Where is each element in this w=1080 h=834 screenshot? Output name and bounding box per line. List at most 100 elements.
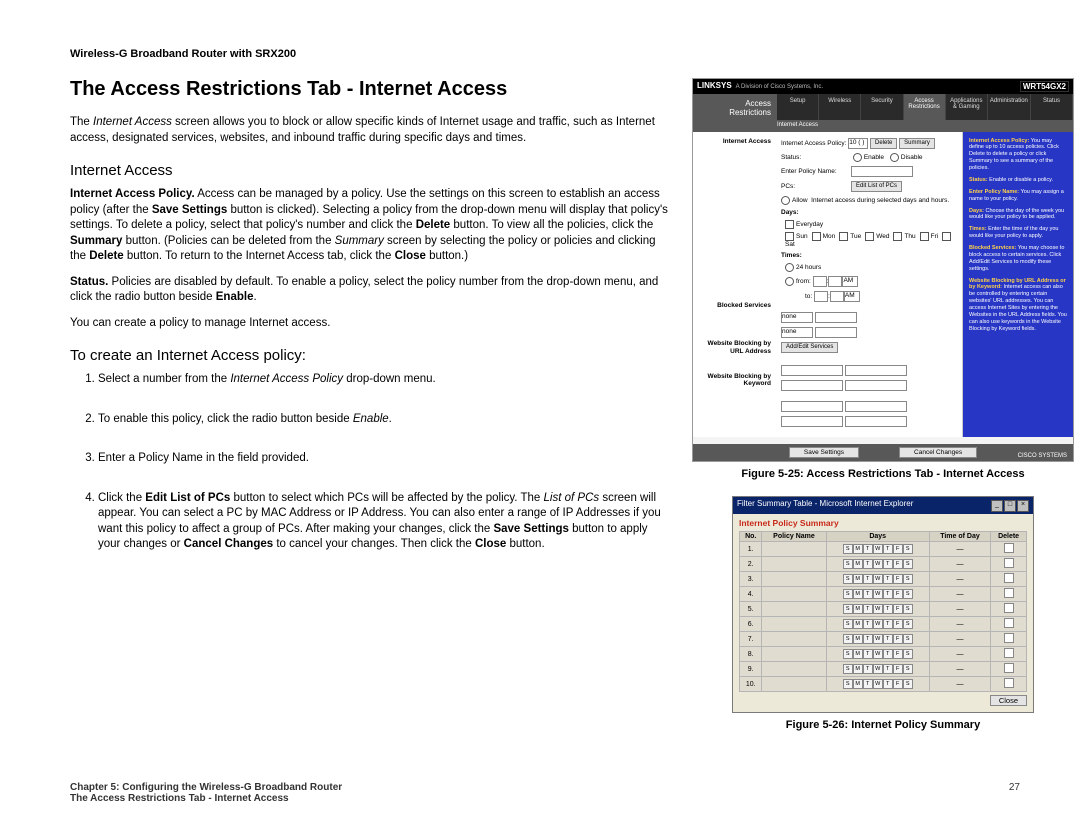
day-fri-checkbox[interactable] (920, 232, 929, 241)
step-1: Select a number from the Internet Access… (98, 372, 670, 388)
delete-checkbox[interactable] (1004, 678, 1014, 688)
step-2: To enable this policy, click the radio b… (98, 412, 670, 428)
day-everyday-checkbox[interactable] (785, 220, 794, 229)
figures-column: LINKSYS A Division of Cisco Systems, Inc.… (692, 78, 1074, 747)
allow-radio[interactable] (781, 196, 790, 205)
keyword-block-1[interactable] (781, 401, 843, 412)
summary-row: 6.SMTWTFS— (740, 617, 1027, 632)
tab-administration[interactable]: Administration (988, 94, 1031, 120)
figure-5-25: LINKSYS A Division of Cisco Systems, Inc.… (692, 78, 1074, 462)
cisco-logo-text: CISCO SYSTEMS (1018, 453, 1067, 459)
footer-page-number: 27 (1009, 782, 1020, 793)
summary-row: 3.SMTWTFS— (740, 572, 1027, 587)
delete-checkbox[interactable] (1004, 663, 1014, 673)
summary-row: 4.SMTWTFS— (740, 587, 1027, 602)
step-4: Click the Edit List of PCs button to sel… (98, 491, 670, 553)
day-wed-checkbox[interactable] (865, 232, 874, 241)
tab-status[interactable]: Status (1031, 94, 1073, 120)
blocked-service-1[interactable]: none (781, 312, 813, 323)
status-disable-radio[interactable] (890, 153, 899, 162)
keyword-block-3[interactable] (781, 416, 843, 427)
help-sidebar: Internet Access Policy: You may define u… (963, 132, 1073, 437)
summary-row: 10.SMTWTFS— (740, 677, 1027, 692)
summary-row: 2.SMTWTFS— (740, 557, 1027, 572)
figure-5-26-caption: Figure 5-26: Internet Policy Summary (692, 719, 1074, 731)
tab-wireless[interactable]: Wireless (819, 94, 861, 120)
doc-header: Wireless-G Broadband Router with SRX200 (70, 48, 1020, 60)
page-title: The Access Restrictions Tab - Internet A… (70, 78, 670, 101)
url-block-3[interactable] (781, 380, 843, 391)
delete-checkbox[interactable] (1004, 588, 1014, 598)
edit-list-pcs-button[interactable]: Edit List of PCs (851, 181, 902, 192)
step-3: Enter a Policy Name in the field provide… (98, 451, 670, 467)
delete-checkbox[interactable] (1004, 648, 1014, 658)
tab-setup[interactable]: Setup (777, 94, 819, 120)
to-ampm[interactable]: AM (844, 291, 860, 302)
blocked-service-2[interactable]: none (781, 327, 813, 338)
figure-5-25-caption: Figure 5-25: Access Restrictions Tab - I… (692, 468, 1074, 480)
main-text-column: The Access Restrictions Tab - Internet A… (70, 78, 670, 747)
delete-checkbox[interactable] (1004, 543, 1014, 553)
summary-row: 1.SMTWTFS— (740, 542, 1027, 557)
delete-checkbox[interactable] (1004, 603, 1014, 613)
to-min-input[interactable] (830, 291, 844, 302)
steps-list: Select a number from the Internet Access… (70, 372, 670, 553)
url-block-4[interactable] (845, 380, 907, 391)
add-edit-services-button[interactable]: Add/Edit Services (781, 342, 838, 353)
url-block-2[interactable] (845, 365, 907, 376)
tab-security[interactable]: Security (861, 94, 903, 120)
delete-checkbox[interactable] (1004, 558, 1014, 568)
intro-paragraph: The Internet Access screen allows you to… (70, 115, 670, 146)
keyword-block-2[interactable] (845, 401, 907, 412)
model-label: WRT54GX2 (1020, 81, 1069, 92)
day-thu-checkbox[interactable] (893, 232, 902, 241)
summary-row: 7.SMTWTFS— (740, 632, 1027, 647)
status-paragraph: Status. Policies are disabled by default… (70, 275, 670, 306)
form-side-labels: Internet Access Blocked Services Website… (693, 132, 777, 437)
time-range-radio[interactable] (785, 277, 794, 286)
create-paragraph: You can create a policy to manage Intern… (70, 316, 670, 332)
section-internet-access: Internet Access (70, 162, 670, 179)
from-hour-input[interactable] (813, 276, 827, 287)
footer-chapter: Chapter 5: Configuring the Wireless-G Br… (70, 782, 342, 793)
delete-checkbox[interactable] (1004, 618, 1014, 628)
time-24h-radio[interactable] (785, 263, 794, 272)
day-sun-checkbox[interactable] (785, 232, 794, 241)
delete-checkbox[interactable] (1004, 573, 1014, 583)
tab-applications-gaming[interactable]: Applications & Gaming (946, 94, 988, 120)
summary-button[interactable]: Summary (899, 138, 935, 149)
close-icon[interactable]: × (1017, 500, 1029, 512)
url-block-1[interactable] (781, 365, 843, 376)
to-hour-input[interactable] (814, 291, 828, 302)
brand-logo: LINKSYS (697, 81, 732, 90)
day-tue-checkbox[interactable] (839, 232, 848, 241)
tab-access-restrictions[interactable]: Access Restrictions (904, 94, 946, 120)
status-enable-radio[interactable] (853, 153, 862, 162)
day-sat-checkbox[interactable] (942, 232, 951, 241)
brand-tagline: A Division of Cisco Systems, Inc. (736, 84, 823, 90)
window-title: Filter Summary Table - Microsoft Interne… (737, 499, 913, 512)
summary-table: No.Policy NameDaysTime of DayDelete 1.SM… (739, 531, 1027, 692)
from-ampm[interactable]: AM (842, 276, 858, 287)
summary-close-button[interactable]: Close (990, 695, 1027, 706)
policy-dropdown[interactable]: 10 ( ) (848, 138, 868, 149)
keyword-block-4[interactable] (845, 416, 907, 427)
delete-button[interactable]: Delete (870, 138, 897, 149)
nav-section-title: AccessRestrictions (693, 94, 777, 120)
delete-checkbox[interactable] (1004, 633, 1014, 643)
minimize-icon[interactable]: _ (991, 500, 1003, 512)
from-min-input[interactable] (828, 276, 842, 287)
maximize-icon[interactable]: □ (1004, 500, 1016, 512)
page-footer: Chapter 5: Configuring the Wireless-G Br… (70, 782, 1020, 804)
day-mon-checkbox[interactable] (812, 232, 821, 241)
figure-5-26: Filter Summary Table - Microsoft Interne… (732, 496, 1034, 713)
section-howto: To create an Internet Access policy: (70, 347, 670, 364)
footer-section: The Access Restrictions Tab - Internet A… (70, 793, 1020, 804)
summary-row: 8.SMTWTFS— (740, 647, 1027, 662)
summary-row: 9.SMTWTFS— (740, 662, 1027, 677)
policy-name-input[interactable] (851, 166, 913, 177)
summary-row: 5.SMTWTFS— (740, 602, 1027, 617)
save-settings-button[interactable]: Save Settings (789, 447, 859, 458)
cancel-changes-button[interactable]: Cancel Changes (899, 447, 977, 458)
subnav-internet-access: Internet Access (693, 120, 1073, 132)
